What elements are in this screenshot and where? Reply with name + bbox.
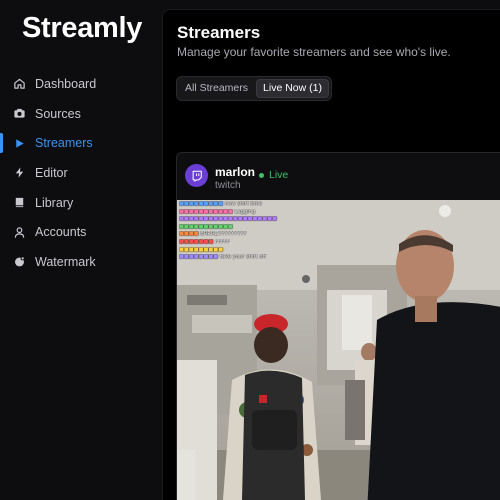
stream-card[interactable]: marlon twitch Live ■■■■■■■■■ new shirt t… bbox=[176, 152, 500, 500]
sidebar-item-label: Sources bbox=[35, 106, 81, 121]
streamer-filter-tabs: All Streamers Live Now (1) bbox=[176, 76, 332, 101]
sidebar-item-label: Editor bbox=[35, 165, 68, 180]
chat-message: ■■■■■■■■■■■■■■■■■■■■ bbox=[179, 216, 278, 223]
chat-message: ■■■■■■■■■ bbox=[179, 246, 224, 253]
stream-card-header: marlon twitch Live bbox=[177, 153, 500, 199]
chat-message: ■■■■■■■■■■■ bbox=[179, 223, 233, 230]
sidebar-item-dashboard[interactable]: Dashboard bbox=[0, 69, 162, 99]
tab-live-now[interactable]: Live Now (1) bbox=[256, 79, 329, 98]
app-logo: Streamly bbox=[22, 12, 143, 44]
sidebar-item-sources[interactable]: Sources bbox=[0, 99, 162, 129]
play-icon bbox=[12, 136, 26, 150]
sidebar-item-accounts[interactable]: Accounts bbox=[0, 217, 162, 247]
sidebar-item-library[interactable]: Library bbox=[0, 188, 162, 218]
chat-message: ■■■■■■■■■■■ Lagging bbox=[179, 208, 256, 215]
sidebar-item-streamers[interactable]: Streamers bbox=[0, 128, 162, 158]
chat-message: ■■■■ BRRRZYYYYYYYYY bbox=[179, 231, 247, 238]
watermark-icon bbox=[12, 255, 26, 269]
sidebar-item-label: Dashboard bbox=[35, 76, 97, 91]
camera-icon bbox=[12, 107, 26, 121]
page-title: Streamers bbox=[177, 23, 261, 42]
chat-message: ■■■■■■■■■ new shirt time bbox=[179, 201, 263, 207]
tab-all-streamers[interactable]: All Streamers bbox=[179, 79, 254, 98]
bolt-icon bbox=[12, 166, 26, 180]
sidebar: Streamly Dashboard Sources Streamers Edi… bbox=[0, 0, 162, 500]
twitch-icon bbox=[185, 164, 208, 187]
main-panel: Streamers Manage your favorite streamers… bbox=[162, 9, 500, 500]
user-icon bbox=[12, 225, 26, 239]
sidebar-item-label: Library bbox=[35, 195, 74, 210]
streamer-platform: twitch bbox=[215, 180, 241, 191]
sidebar-item-label: Accounts bbox=[35, 225, 87, 240]
sidebar-nav: Dashboard Sources Streamers Editor Libra… bbox=[0, 69, 162, 277]
home-icon bbox=[12, 77, 26, 91]
chat-message: ■■■■■■■■ take your shirt off bbox=[179, 254, 267, 261]
live-dot-icon bbox=[259, 172, 264, 178]
live-status-label: Live bbox=[269, 169, 289, 181]
stream-video-preview[interactable]: ■■■■■■■■■ new shirt time ■■■■■■■■■■■ Lag… bbox=[177, 200, 500, 500]
page-subtitle: Manage your favorite streamers and see w… bbox=[177, 45, 451, 59]
sidebar-item-label: Streamers bbox=[35, 136, 93, 151]
stream-chat-overlay: ■■■■■■■■■ new shirt time ■■■■■■■■■■■ Lag… bbox=[179, 201, 289, 262]
sidebar-item-watermark[interactable]: Watermark bbox=[0, 247, 162, 277]
app-window: Streamly Dashboard Sources Streamers Edi… bbox=[0, 0, 500, 500]
live-status-badge: Live bbox=[259, 169, 288, 181]
sidebar-item-editor[interactable]: Editor bbox=[0, 158, 162, 188]
book-icon bbox=[12, 196, 26, 210]
sidebar-item-label: Watermark bbox=[35, 254, 96, 269]
chat-message: ■■■■■■■ FFFFF bbox=[179, 238, 230, 245]
streamer-name[interactable]: marlon bbox=[215, 165, 255, 179]
